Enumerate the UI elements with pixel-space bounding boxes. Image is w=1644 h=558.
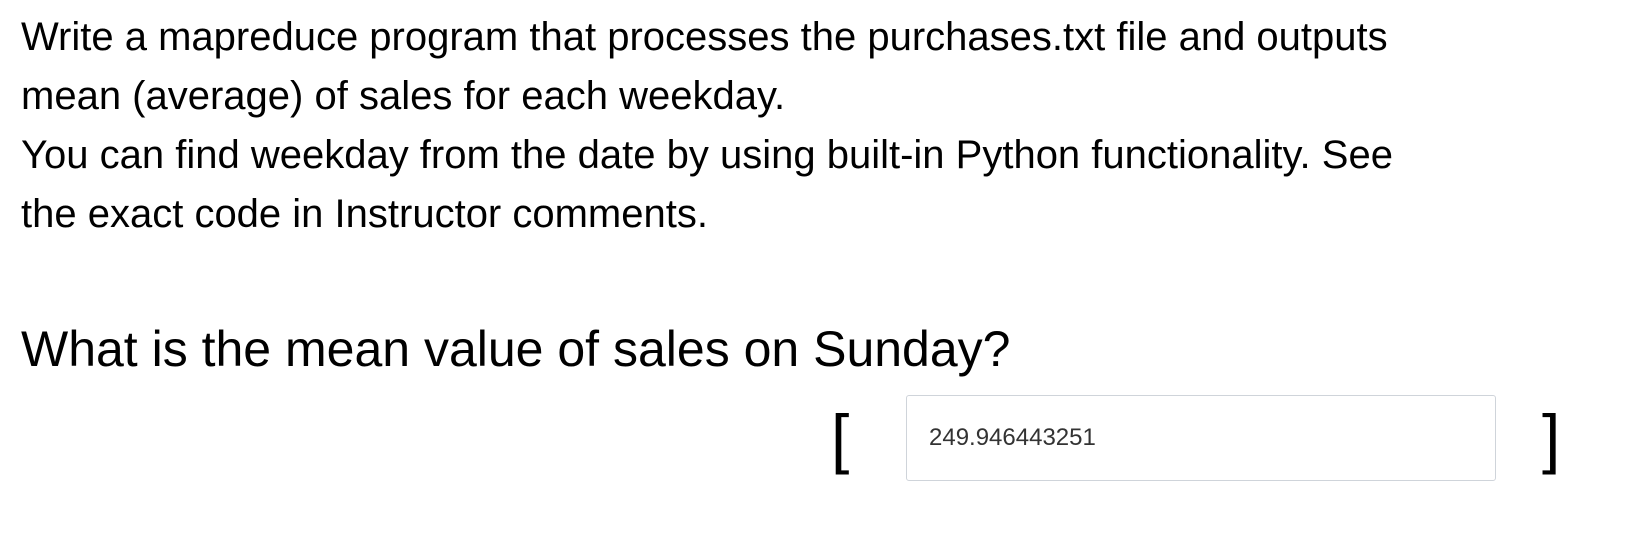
question-text: What is the mean value of sales on Sunda… — [21, 321, 1011, 377]
close-bracket: ] — [1542, 401, 1561, 475]
instructions-block: Write a mapreduce program that processes… — [21, 8, 1581, 244]
instruction-text-line-3: You can find weekday from the date by us… — [21, 133, 1393, 177]
open-bracket: [ — [831, 401, 850, 475]
instruction-text-line-2: mean (average) of sales for each weekday… — [21, 74, 786, 118]
instruction-text-line-1: Write a mapreduce program that processes… — [21, 15, 1388, 59]
answer-input[interactable] — [906, 395, 1496, 481]
instruction-text-line-4: the exact code in Instructor comments. — [21, 192, 708, 236]
